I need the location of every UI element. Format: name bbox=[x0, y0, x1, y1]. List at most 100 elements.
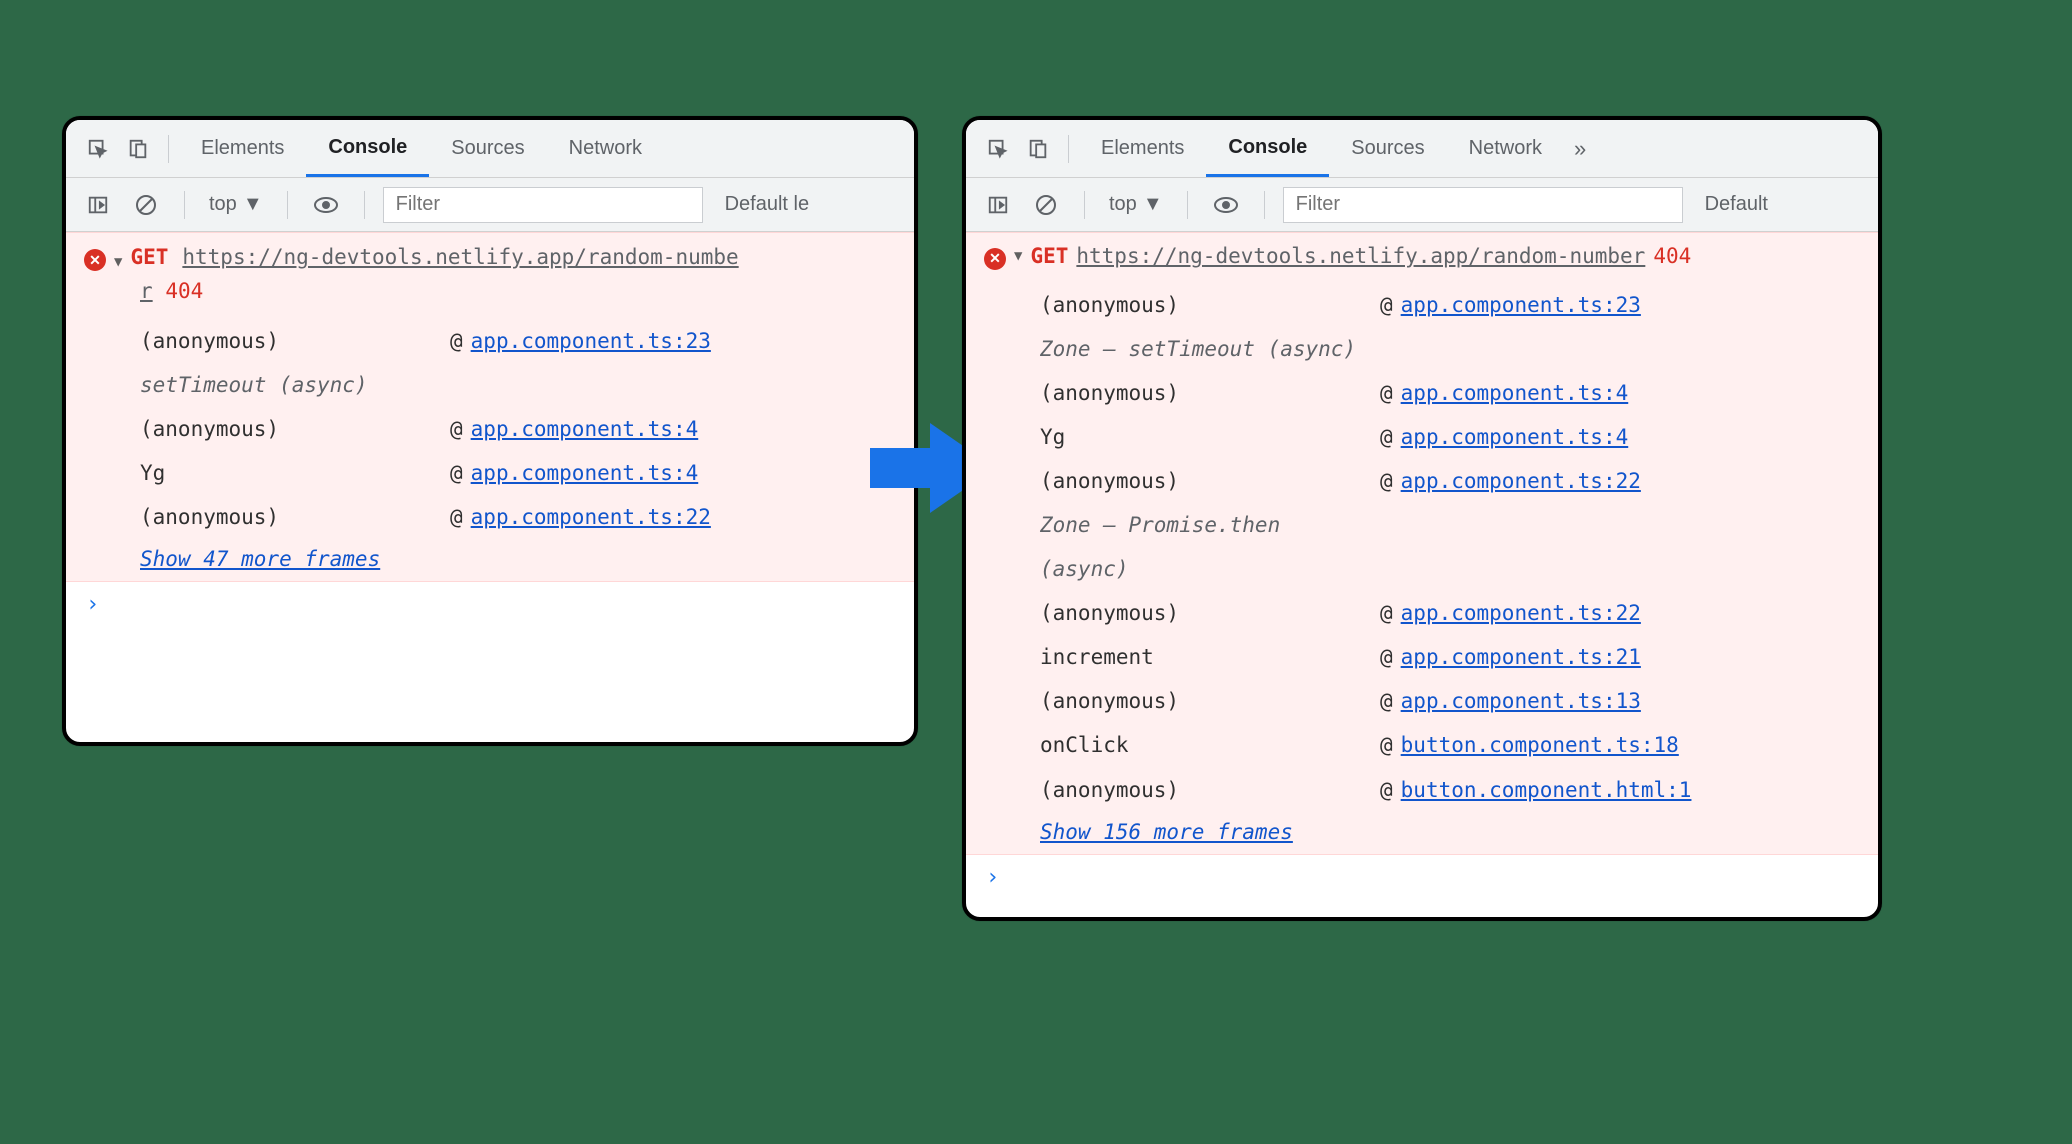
source-link[interactable]: app.component.ts:13 bbox=[1401, 679, 1641, 723]
clear-console-icon[interactable] bbox=[126, 185, 166, 225]
source-link[interactable]: button.component.ts:18 bbox=[1401, 723, 1679, 767]
at-symbol: @ bbox=[450, 407, 463, 451]
divider bbox=[168, 135, 169, 163]
source-link[interactable]: app.component.ts:22 bbox=[471, 495, 711, 539]
tabs-overflow-icon[interactable]: » bbox=[1564, 136, 1596, 162]
source-link[interactable]: app.component.ts:23 bbox=[1401, 283, 1641, 327]
source-link[interactable]: app.component.ts:4 bbox=[471, 451, 699, 495]
http-status: 404 bbox=[1653, 241, 1691, 273]
context-label: top bbox=[209, 193, 237, 216]
tab-elements[interactable]: Elements bbox=[1079, 120, 1206, 177]
device-toggle-icon[interactable] bbox=[1018, 129, 1058, 169]
stack-frame: (anonymous)@app.component.ts:22 bbox=[1040, 459, 1860, 503]
divider bbox=[1187, 191, 1188, 219]
source-link[interactable]: app.component.ts:4 bbox=[1401, 415, 1629, 459]
clear-console-icon[interactable] bbox=[1026, 185, 1066, 225]
live-expression-icon[interactable] bbox=[306, 185, 346, 225]
stack-frame: (anonymous)@app.component.ts:23 bbox=[1040, 283, 1860, 327]
frame-function: (anonymous) bbox=[1040, 591, 1380, 635]
error-url-tail[interactable]: r bbox=[140, 279, 153, 303]
tab-console[interactable]: Console bbox=[306, 120, 429, 177]
tab-console[interactable]: Console bbox=[1206, 120, 1329, 177]
http-method: GET bbox=[1030, 241, 1068, 273]
error-message: ✕ ▼ GET https://ng-devtools.netlify.app/ra… bbox=[66, 232, 914, 582]
error-url[interactable]: https://ng-devtools.netlify.app/random-n… bbox=[182, 241, 738, 275]
console-prompt[interactable]: › bbox=[966, 855, 1878, 900]
console-sidebar-toggle-icon[interactable] bbox=[978, 185, 1018, 225]
inspect-icon[interactable] bbox=[78, 129, 118, 169]
frame-function: (anonymous) bbox=[1040, 371, 1380, 415]
devtools-panel-before: Elements Console Sources Network top ▼ D… bbox=[62, 116, 918, 746]
stack-frame: (anonymous)@app.component.ts:23 bbox=[140, 319, 896, 363]
divider bbox=[364, 191, 365, 219]
disclosure-triangle-icon[interactable]: ▼ bbox=[114, 251, 122, 273]
console-messages: ✕ ▼ GET https://ng-devtools.netlify.app/ra… bbox=[66, 232, 914, 627]
divider bbox=[1068, 135, 1069, 163]
at-symbol: @ bbox=[450, 319, 463, 363]
stack-trace: (anonymous)@app.component.ts:23setTimeou… bbox=[140, 319, 896, 539]
tab-sources[interactable]: Sources bbox=[429, 120, 546, 177]
filter-input[interactable] bbox=[1283, 187, 1683, 223]
tab-network[interactable]: Network bbox=[547, 120, 664, 177]
log-levels[interactable]: Default bbox=[1691, 193, 1768, 216]
chevron-down-icon: ▼ bbox=[243, 193, 263, 216]
tab-sources[interactable]: Sources bbox=[1329, 120, 1446, 177]
context-selector[interactable]: top ▼ bbox=[1103, 193, 1169, 216]
show-more-frames[interactable]: Show 47 more frames bbox=[140, 547, 896, 571]
async-boundary: Zone – Promise.then (async) bbox=[1040, 503, 1860, 591]
frame-function: (anonymous) bbox=[140, 495, 450, 539]
divider bbox=[1264, 191, 1265, 219]
source-link[interactable]: app.component.ts:22 bbox=[1401, 459, 1641, 503]
disclosure-triangle-icon[interactable]: ▼ bbox=[1014, 246, 1022, 267]
device-toggle-icon[interactable] bbox=[118, 129, 158, 169]
stack-frame: increment@app.component.ts:21 bbox=[1040, 635, 1860, 679]
error-message: ✕ ▼ GET https://ng-devtools.netlify.app/… bbox=[966, 232, 1878, 855]
tab-elements[interactable]: Elements bbox=[179, 120, 306, 177]
error-icon: ✕ bbox=[84, 249, 106, 271]
source-link[interactable]: app.component.ts:4 bbox=[1401, 371, 1629, 415]
source-link[interactable]: app.component.ts:21 bbox=[1401, 635, 1641, 679]
console-prompt[interactable]: › bbox=[66, 582, 914, 627]
tab-network[interactable]: Network bbox=[1447, 120, 1564, 177]
error-url[interactable]: https://ng-devtools.netlify.app/random-n… bbox=[1076, 241, 1645, 273]
console-sidebar-toggle-icon[interactable] bbox=[78, 185, 118, 225]
frame-function: Zone – Promise.then (async) bbox=[1040, 503, 1380, 591]
divider bbox=[184, 191, 185, 219]
divider bbox=[287, 191, 288, 219]
frame-function: Yg bbox=[1040, 415, 1380, 459]
frame-function: increment bbox=[1040, 635, 1380, 679]
frame-function: (anonymous) bbox=[1040, 459, 1380, 503]
frame-function: (anonymous) bbox=[140, 319, 450, 363]
console-messages: ✕ ▼ GET https://ng-devtools.netlify.app/… bbox=[966, 232, 1878, 900]
source-link[interactable]: app.component.ts:4 bbox=[471, 407, 699, 451]
async-boundary: setTimeout (async) bbox=[140, 363, 896, 407]
stack-frame: Yg@app.component.ts:4 bbox=[140, 451, 896, 495]
http-method: GET bbox=[130, 241, 168, 275]
stack-frame: (anonymous)@button.component.html:1 bbox=[1040, 768, 1860, 812]
context-selector[interactable]: top ▼ bbox=[203, 193, 269, 216]
at-symbol: @ bbox=[1380, 679, 1393, 723]
frame-function: setTimeout (async) bbox=[140, 363, 450, 407]
filter-input[interactable] bbox=[383, 187, 703, 223]
stack-frame: (anonymous)@app.component.ts:22 bbox=[140, 495, 896, 539]
source-link[interactable]: app.component.ts:22 bbox=[1401, 591, 1641, 635]
frame-function: Yg bbox=[140, 451, 450, 495]
at-symbol: @ bbox=[1380, 283, 1393, 327]
at-symbol: @ bbox=[1380, 635, 1393, 679]
frame-function: (anonymous) bbox=[140, 407, 450, 451]
live-expression-icon[interactable] bbox=[1206, 185, 1246, 225]
frame-function: (anonymous) bbox=[1040, 679, 1380, 723]
devtools-panel-after: Elements Console Sources Network » top ▼… bbox=[962, 116, 1882, 921]
at-symbol: @ bbox=[450, 451, 463, 495]
devtools-tabbar: Elements Console Sources Network » bbox=[966, 120, 1878, 178]
stack-frame: (anonymous)@app.component.ts:22 bbox=[1040, 591, 1860, 635]
source-link[interactable]: button.component.html:1 bbox=[1401, 768, 1692, 812]
http-status: 404 bbox=[165, 279, 203, 303]
stack-trace: (anonymous)@app.component.ts:23Zone – se… bbox=[1040, 283, 1860, 812]
inspect-icon[interactable] bbox=[978, 129, 1018, 169]
at-symbol: @ bbox=[1380, 415, 1393, 459]
source-link[interactable]: app.component.ts:23 bbox=[471, 319, 711, 363]
stack-frame: (anonymous)@app.component.ts:4 bbox=[1040, 371, 1860, 415]
log-levels[interactable]: Default le bbox=[711, 193, 810, 216]
show-more-frames[interactable]: Show 156 more frames bbox=[1040, 820, 1860, 844]
